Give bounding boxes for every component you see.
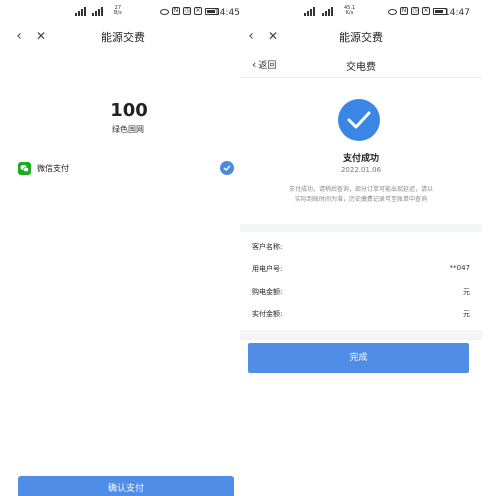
status-icons: N ◷ ✕ [388, 7, 447, 15]
success-title: 支付成功 [342, 154, 379, 164]
network-speed: 27 B/s [114, 5, 122, 16]
nav-bar: ‹ ✕ 能源交费 [0, 26, 246, 48]
payment-method-wechat[interactable]: 微信支付 [18, 160, 236, 178]
alarm-icon: ◷ [411, 7, 419, 15]
eye-icon [388, 8, 397, 15]
payment-date: 2022.01.06 [340, 166, 382, 174]
status-bar: 27 B/s N ◷ ✕ 14:45 [0, 0, 246, 26]
mute-icon: ✕ [422, 7, 430, 15]
detail-label: 实付金额: [252, 310, 283, 318]
detail-value: 元 [463, 288, 470, 296]
payment-amount: 100 [110, 100, 148, 121]
payee-name: 绿色国网 [112, 125, 144, 134]
signal-icon-2 [92, 7, 103, 16]
nfc-icon: N [172, 7, 180, 15]
status-icons: N ◷ ✕ [160, 7, 219, 15]
detail-value: 元 [463, 310, 470, 318]
notice-line-2: 实际到账时间为准，历史缴费记录可至账单中查询 [294, 196, 427, 203]
sub-header: ‹ 返回 交电费 [240, 50, 482, 78]
status-bar: 45.1 K/s N ◷ ✕ 14:47 [240, 0, 482, 26]
confirm-payment-button[interactable]: 确认支付 [18, 476, 234, 496]
wechat-pay-icon [18, 162, 31, 175]
selected-check-icon[interactable] [220, 161, 234, 175]
nav-bar: ‹ ✕ 能源交费 [240, 26, 482, 48]
notice-line-1: 支付成功，请稍后查询，部分订单可能出现延迟，请以 [288, 186, 433, 193]
network-speed: 45.1 K/s [344, 5, 356, 16]
left-screen: 27 B/s N ◷ ✕ 14:45 ‹ ✕ 能源交费 100 绿色国网 微信支… [0, 0, 246, 496]
detail-label: 用电户号: [252, 265, 283, 273]
signal-icon [75, 7, 86, 16]
eye-icon [160, 8, 169, 15]
right-screen: 45.1 K/s N ◷ ✕ 14:47 ‹ ✕ 能源交费 ‹ 返回 交电费 支付… [240, 0, 482, 496]
nfc-icon: N [400, 7, 408, 15]
detail-label: 购电金额: [252, 288, 283, 296]
section-divider [240, 224, 482, 232]
payment-method-label: 微信支付 [37, 164, 69, 173]
section-divider [240, 330, 482, 340]
clock: 14:45 [214, 8, 240, 18]
detail-label: 客户名称: [252, 243, 283, 251]
sub-page-title: 交电费 [346, 62, 376, 73]
detail-row-paid-amount: 实付金额: 元 [252, 307, 470, 321]
alarm-icon: ◷ [183, 7, 191, 15]
mute-icon: ✕ [194, 7, 202, 15]
payment-notice: 支付成功，请稍后查询，部分订单可能出现延迟，请以 实际到账时间为准，历史缴费记录… [260, 185, 462, 205]
detail-value: **047 [449, 264, 470, 272]
gutter [482, 0, 500, 496]
signal-icon-2 [322, 7, 333, 16]
clock: 14:47 [444, 8, 470, 18]
detail-row-purchase-amount: 购电金额: 元 [252, 285, 470, 299]
detail-row-customer-name: 客户名称: [252, 240, 470, 254]
detail-row-account-number: 用电户号: **047 [252, 262, 470, 276]
success-check-icon [338, 99, 380, 141]
done-button[interactable]: 完成 [248, 343, 469, 373]
page-title: 能源交费 [339, 31, 383, 44]
page-title: 能源交费 [101, 31, 145, 44]
signal-icon [304, 7, 315, 16]
